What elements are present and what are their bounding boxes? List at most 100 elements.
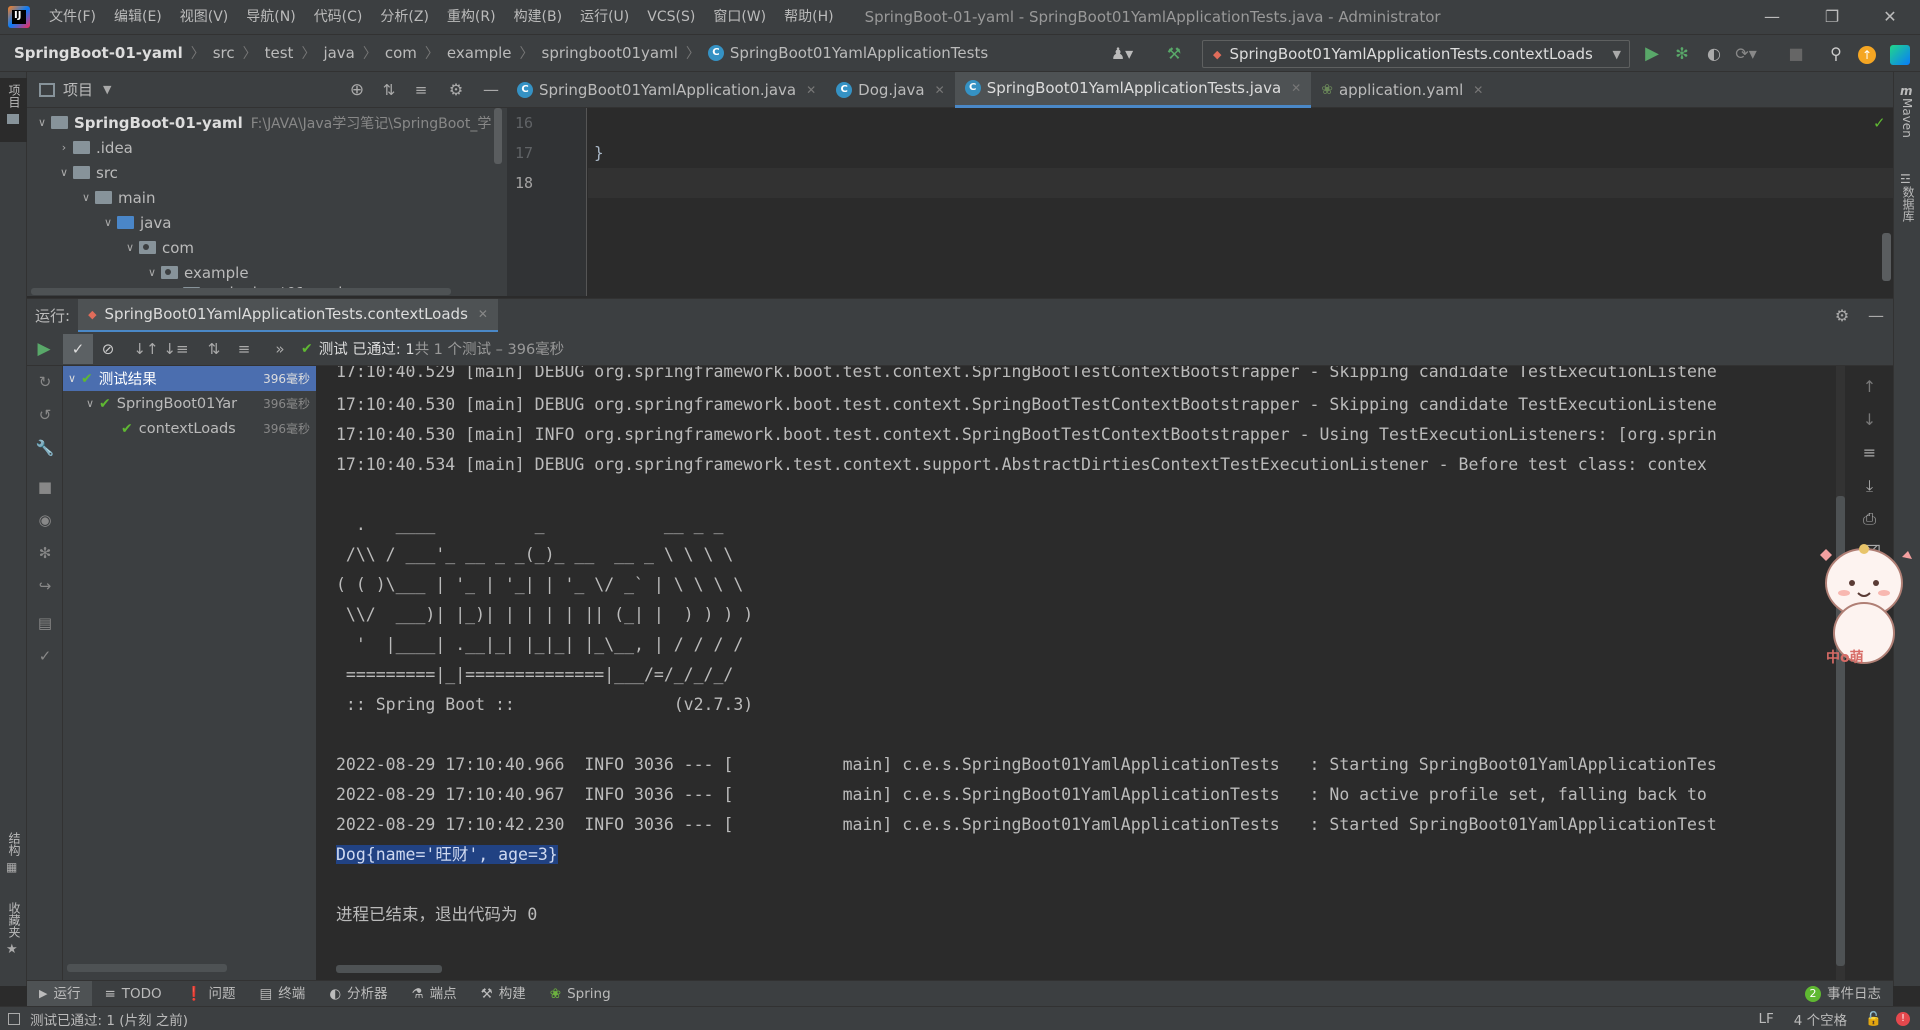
hide-panel-icon[interactable]: — (475, 80, 507, 99)
menu-code[interactable]: 代码(C) (305, 0, 372, 34)
stop-icon[interactable]: ■ (27, 471, 63, 504)
indent-indicator[interactable]: 4 个空格 (1794, 1009, 1847, 1029)
restore-button[interactable]: ❐ (1802, 0, 1862, 34)
test-method-node[interactable]: ✔ contextLoads 396毫秒 (63, 416, 316, 441)
tree-item-project-root[interactable]: ∨ SpringBoot-01-yaml F:\JAVA\Java学习笔记\Sp… (27, 110, 507, 135)
tree-item-src[interactable]: ∨ src (27, 160, 507, 185)
search-icon[interactable]: ⚲ (1822, 40, 1850, 68)
run-tab-contextloads[interactable]: ◆ SpringBoot01YamlApplicationTests.conte… (78, 298, 498, 333)
print-icon[interactable]: ⎙ (1846, 502, 1893, 535)
toggle-auto-test-icon[interactable]: ↺ (27, 399, 63, 432)
menu-view[interactable]: 视图(V) (171, 0, 238, 34)
show-ignored-icon[interactable]: ⊘ (93, 334, 123, 364)
chevron-down-icon[interactable]: ∨ (55, 166, 73, 179)
arrow-down-icon[interactable]: ↓ (1846, 403, 1893, 436)
test-results-root[interactable]: ∨ ✔ 测试结果 396毫秒 (63, 366, 316, 391)
inspection-ok-icon[interactable]: ✓ (1873, 114, 1886, 132)
console-selected-output[interactable]: Dog{name='旺财', age=3} (336, 845, 558, 864)
tab-dog[interactable]: C Dog.java ✕ (826, 72, 955, 108)
structure-stripe-button[interactable]: 结构 ▦ (0, 832, 27, 874)
show-passed-icon[interactable]: ✓ (63, 333, 93, 364)
error-indicator-icon[interactable]: ! (1896, 1011, 1910, 1026)
tree-item-example[interactable]: ∨ example (27, 260, 507, 285)
coverage-icon[interactable]: ◐ (1700, 40, 1728, 68)
breadcrumb-java[interactable]: java (323, 44, 354, 62)
tool-tab-profiler[interactable]: ◐ 分析器 (317, 981, 399, 1007)
close-icon[interactable]: ✕ (1473, 83, 1483, 97)
menu-window[interactable]: 窗口(W) (704, 0, 775, 34)
menu-vcs[interactable]: VCS(S) (638, 0, 704, 34)
tab-springboot01yamlapplication[interactable]: C SpringBoot01YamlApplication.java ✕ (507, 72, 826, 108)
camera-icon[interactable]: ◉ (27, 504, 63, 537)
build-hammer-icon[interactable]: ⚒ (1160, 40, 1188, 68)
run-configuration-select[interactable]: ◆ SpringBoot01YamlApplicationTests.conte… (1202, 40, 1630, 68)
profile-icon[interactable]: ⟳▾ (1732, 40, 1760, 68)
menu-analyze[interactable]: 分析(Z) (371, 0, 438, 34)
line-separator-indicator[interactable]: LF (1759, 1011, 1774, 1027)
chevron-down-icon[interactable]: ∨ (143, 266, 161, 279)
collapse-all-icon[interactable]: ≡ (229, 334, 259, 364)
expand-all-icon[interactable]: ⇅ (199, 334, 229, 364)
chevron-down-icon[interactable]: ∨ (33, 116, 51, 129)
breadcrumb-example[interactable]: example (447, 44, 512, 62)
soft-wrap-icon[interactable]: ≡ (1846, 436, 1893, 469)
tool-tab-build[interactable]: ⚒ 构建 (469, 981, 538, 1007)
code-editor[interactable]: } ✓ (588, 108, 1893, 296)
chevron-down-icon[interactable]: ∨ (99, 216, 117, 229)
tool-tab-terminal[interactable]: ▤ 终端 (248, 981, 318, 1007)
breadcrumb-package[interactable]: springboot01yaml (542, 44, 678, 62)
tree-hscroll-thumb[interactable] (67, 964, 227, 972)
console-hscroll-thumb[interactable] (336, 965, 442, 973)
favorites-stripe-button[interactable]: 收藏夹 ★ (0, 902, 27, 957)
user-account-icon[interactable]: ♟▾ (1108, 40, 1136, 68)
layout-icon[interactable]: ▤ (27, 607, 63, 640)
debug-bug-icon[interactable]: ✻ (27, 537, 63, 570)
menu-file[interactable]: 文件(F) (40, 0, 105, 34)
tool-tab-endpoints[interactable]: ⚗ 端点 (400, 981, 469, 1007)
breadcrumb-test[interactable]: test (265, 44, 294, 62)
collapse-all-icon[interactable]: ≡ (405, 81, 437, 99)
menu-refactor[interactable]: 重构(R) (438, 0, 505, 34)
project-panel-title[interactable]: 项目 (63, 79, 93, 100)
menu-run[interactable]: 运行(U) (571, 0, 638, 34)
status-message[interactable]: 测试已通过: 1 (片刻 之前) (30, 1009, 188, 1029)
gear-icon[interactable]: ⚙ (437, 80, 475, 99)
minimize-button[interactable]: — (1742, 0, 1802, 34)
close-icon[interactable]: ✕ (478, 307, 488, 321)
tool-tab-todo[interactable]: ≡ TODO (92, 981, 173, 1007)
project-scrollbar[interactable] (494, 108, 502, 164)
code-line[interactable]: } (588, 138, 1893, 168)
menu-help[interactable]: 帮助(H) (775, 0, 842, 34)
database-stripe-button[interactable]: ☲ 数据库 (1900, 172, 1917, 222)
arrow-up-icon[interactable]: ↑ (1846, 370, 1893, 403)
wrench-icon[interactable]: 🔧 (27, 432, 63, 465)
test-class-node[interactable]: ∨ ✔ SpringBoot01Yar 396毫秒 (63, 391, 316, 416)
breadcrumb-class[interactable]: SpringBoot01YamlApplicationTests (730, 44, 988, 62)
run-icon[interactable]: ▶ (1638, 40, 1666, 68)
update-icon[interactable]: ↑ (1858, 46, 1876, 64)
menu-navigate[interactable]: 导航(N) (237, 0, 304, 34)
breadcrumb-src[interactable]: src (213, 44, 235, 62)
sort-alpha-icon[interactable]: ↓↑ (131, 334, 161, 364)
breadcrumb-com[interactable]: com (385, 44, 417, 62)
tree-item-java[interactable]: ∨ java (27, 210, 507, 235)
close-icon[interactable]: ✕ (806, 83, 816, 97)
close-icon[interactable]: ✕ (1291, 81, 1301, 95)
project-stripe-button[interactable]: 项目 (0, 78, 27, 142)
close-icon[interactable]: ✕ (935, 83, 945, 97)
rerun-failed-icon[interactable]: ↻ (27, 366, 63, 399)
chevron-down-icon[interactable]: ∨ (63, 372, 81, 385)
code-line-current[interactable] (588, 168, 1893, 198)
tree-item-main[interactable]: ∨ main (27, 185, 507, 210)
sort-duration-icon[interactable]: ↓≡ (161, 334, 191, 364)
tool-tab-spring[interactable]: ❀ Spring (538, 981, 623, 1007)
chevron-down-icon[interactable]: ∨ (81, 397, 99, 410)
pin-icon[interactable]: ✓ (27, 640, 63, 673)
tab-springboot01yamlapplicationtests[interactable]: C SpringBoot01YamlApplicationTests.java … (954, 71, 1312, 108)
rerun-icon[interactable]: ▶ (29, 334, 59, 364)
menu-edit[interactable]: 编辑(E) (105, 0, 171, 34)
stop-icon[interactable]: ■ (1782, 40, 1810, 68)
exit-icon[interactable]: ↪ (27, 570, 63, 603)
scroll-to-end-icon[interactable]: ⤓ (1846, 469, 1893, 502)
expand-all-icon[interactable]: ⇅ (373, 81, 405, 99)
